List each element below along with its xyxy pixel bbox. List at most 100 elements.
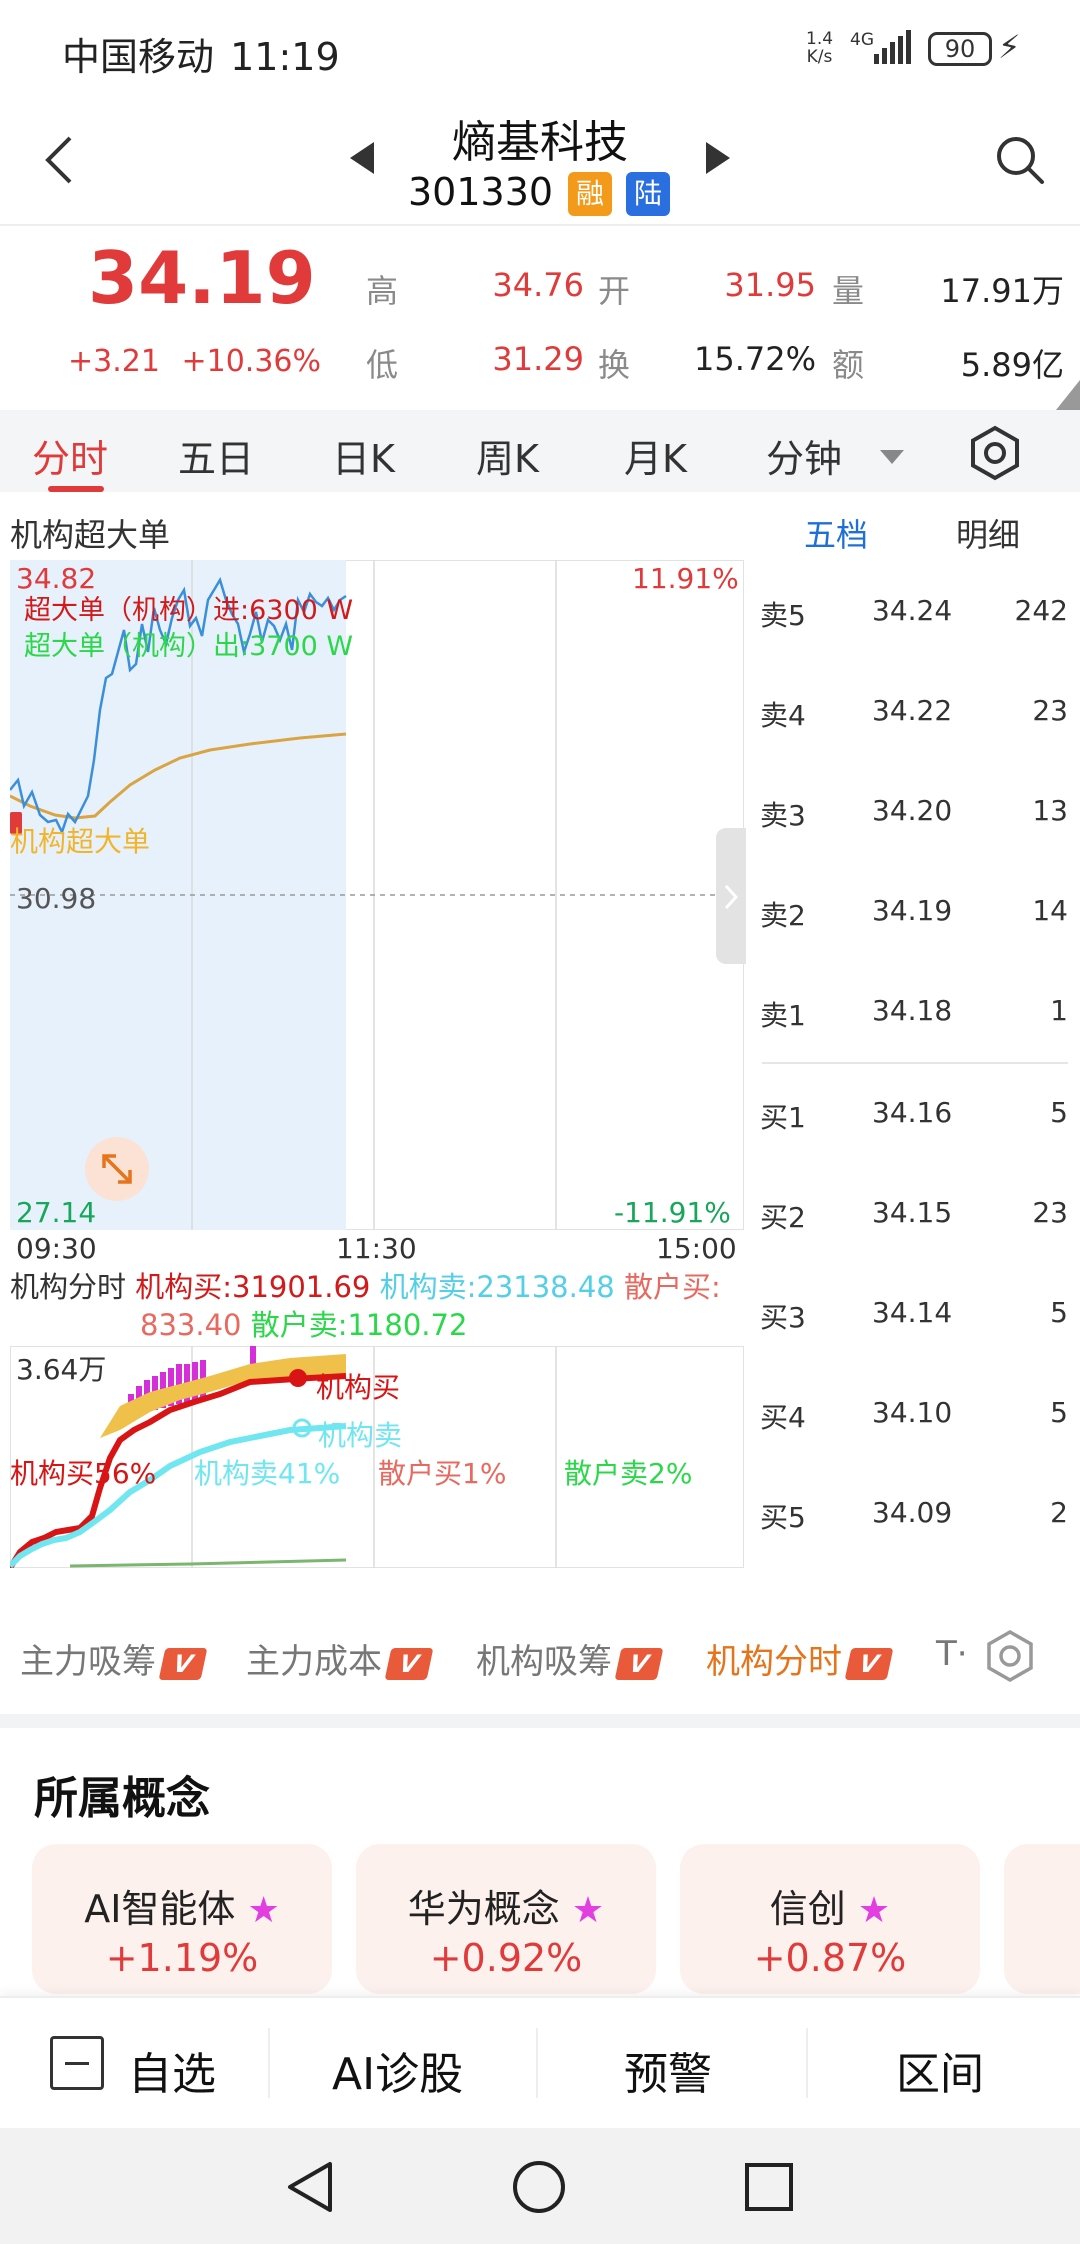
chart-title: 机构超大单: [10, 516, 171, 554]
ask-label: 卖3: [760, 799, 806, 832]
tab-minute[interactable]: 分钟: [766, 428, 842, 483]
ask-label: 卖2: [760, 899, 806, 932]
net-speed-unit: K/s: [806, 47, 833, 67]
open-value: 31.95: [724, 266, 816, 304]
battery-level: 90: [944, 35, 976, 63]
star-icon: ★: [247, 1890, 280, 1931]
concept-card-partial[interactable]: [1004, 1844, 1080, 1994]
remove-watchlist-icon[interactable]: [50, 2036, 104, 2090]
tab-weekly-k[interactable]: 周K: [476, 428, 539, 483]
bid-row[interactable]: 买3 34.14 5: [760, 1296, 1070, 1336]
watchlist-button[interactable]: 自选: [128, 2038, 216, 2102]
tab-daily-k[interactable]: 日K: [332, 428, 395, 483]
inst-buy-marker: [289, 1369, 307, 1387]
chevron-right-icon: [724, 884, 738, 910]
ask-volume: 14: [1032, 894, 1068, 927]
ask-row[interactable]: 卖5 34.24 242: [760, 594, 1070, 634]
action-bar: 自选 AI诊股 预警 区间: [0, 1996, 1080, 2128]
carrier-name: 中国移动: [62, 35, 215, 79]
vip-badge-icon: V: [384, 1647, 434, 1680]
bid-row[interactable]: 买4 34.10 5: [760, 1396, 1070, 1436]
tab-five-day[interactable]: 五日: [178, 428, 254, 483]
indicator-more[interactable]: T·: [936, 1634, 968, 1674]
ask-row[interactable]: 卖2 34.19 14: [760, 894, 1070, 934]
range-button[interactable]: 区间: [896, 2038, 984, 2102]
concept-card[interactable]: AI智能体 ★ +1.19%: [32, 1844, 332, 1994]
ask-row[interactable]: 卖4 34.22 23: [760, 694, 1070, 734]
tab-details[interactable]: 明细: [956, 510, 1020, 556]
pct-inst-buy: 机构买56%: [10, 1457, 157, 1490]
y-mid-label: 30.98: [16, 882, 97, 915]
flow-summary: 机构分时 机构买:31901.69 机构卖:23138.48 散户买: 833.…: [10, 1268, 730, 1344]
tab-intraday[interactable]: 分时: [32, 428, 108, 483]
marker-label: 机构超大单: [10, 825, 151, 858]
bid-volume: 5: [1050, 1096, 1068, 1129]
bid-volume: 2: [1050, 1496, 1068, 1529]
back-icon[interactable]: [36, 130, 86, 190]
retail-sell-total: 散户卖:1180.72: [250, 1308, 468, 1342]
bid-row[interactable]: 买2 34.15 23: [760, 1196, 1070, 1236]
status-carrier-time: 中国移动 11:19: [62, 26, 340, 81]
settings-icon[interactable]: [966, 424, 1024, 482]
amount-value: 5.89亿: [960, 346, 1064, 384]
nav-home-icon[interactable]: [510, 2158, 568, 2216]
tab-five-levels[interactable]: 五档: [804, 510, 868, 556]
retail-buy-label: 散户买:: [623, 1270, 721, 1304]
concept-card[interactable]: 信创 ★ +0.87%: [680, 1844, 980, 1994]
bid-price: 34.15: [872, 1196, 953, 1229]
indicator-inst-intraday[interactable]: 机构分时 V: [706, 1634, 894, 1683]
high-label: 高: [366, 272, 399, 310]
indicator-main-cost[interactable]: 主力成本 V: [246, 1634, 434, 1683]
expand-corner-icon[interactable]: [1056, 380, 1080, 410]
turnover-value: 15.72%: [693, 340, 816, 378]
ask-volume: 242: [1014, 594, 1068, 627]
concept-card[interactable]: 华为概念 ★ +0.92%: [356, 1844, 656, 1994]
alert-button[interactable]: 预警: [624, 2038, 712, 2102]
ai-diagnosis-button[interactable]: AI诊股: [332, 2038, 463, 2102]
nav-back-icon[interactable]: [282, 2158, 340, 2216]
vip-badge-icon: V: [844, 1647, 894, 1680]
bid-label: 买2: [760, 1201, 806, 1234]
status-bar: 中国移动 11:19 1.4 K/s 4G 90 ⚡: [0, 0, 1080, 100]
indicator-label: 主力吸筹: [20, 1642, 156, 1682]
indicator-main-accumulation[interactable]: 主力吸筹 V: [20, 1634, 208, 1683]
next-stock-icon[interactable]: [706, 142, 730, 174]
section-separator: [0, 1714, 1080, 1728]
tab-monthly-k[interactable]: 月K: [624, 428, 687, 483]
concept-change: +0.92%: [429, 1936, 583, 1980]
net-speed: 1.4 K/s: [806, 30, 833, 66]
pct-retail-buy: 散户买1%: [378, 1457, 507, 1490]
star-icon: ★: [571, 1890, 605, 1931]
ask-label: 卖4: [760, 699, 806, 732]
clock: 11:19: [230, 35, 340, 79]
legend-inflow: 超大单（机构）进:6300 W: [24, 595, 354, 626]
concept-name: AI智能体: [84, 1887, 236, 1931]
network-type: 4G: [850, 30, 874, 50]
vip-badge-icon: V: [158, 1647, 208, 1680]
legend-inst-sell: 机构卖: [318, 1419, 403, 1452]
prev-stock-icon[interactable]: [350, 142, 374, 174]
nav-recents-icon[interactable]: [740, 2158, 798, 2216]
bid-row[interactable]: 买1 34.16 5: [760, 1096, 1070, 1136]
ask-row[interactable]: 卖3 34.20 13: [760, 794, 1070, 834]
indicator-label: 主力成本: [246, 1642, 382, 1682]
bid-label: 买5: [760, 1501, 806, 1534]
flow-y-max: 3.64万: [16, 1353, 107, 1386]
indicator-settings-icon[interactable]: [982, 1628, 1038, 1684]
chevron-down-icon[interactable]: [880, 450, 904, 464]
orderbook-divider: [762, 1062, 1068, 1064]
search-icon[interactable]: [990, 130, 1050, 190]
volume-value: 17.91万: [940, 272, 1064, 310]
ask-row[interactable]: 卖1 34.18 1: [760, 994, 1070, 1034]
fullscreen-icon[interactable]: [84, 1136, 150, 1202]
stock-header: 熵基科技 301330 融 陆: [0, 100, 1080, 224]
inst-buy-total: 机构买:31901.69: [135, 1270, 371, 1304]
panel-toggle-handle[interactable]: [716, 828, 746, 964]
ask-price: 34.24: [872, 594, 953, 627]
last-price: 34.19: [88, 236, 316, 320]
indicator-inst-accumulation[interactable]: 机构吸筹 V: [476, 1634, 664, 1683]
change-percent: +10.36%: [181, 344, 322, 379]
bid-row[interactable]: 买5 34.09 2: [760, 1496, 1070, 1536]
amount-label: 额: [832, 346, 865, 384]
indicator-label: 机构吸筹: [476, 1642, 612, 1682]
